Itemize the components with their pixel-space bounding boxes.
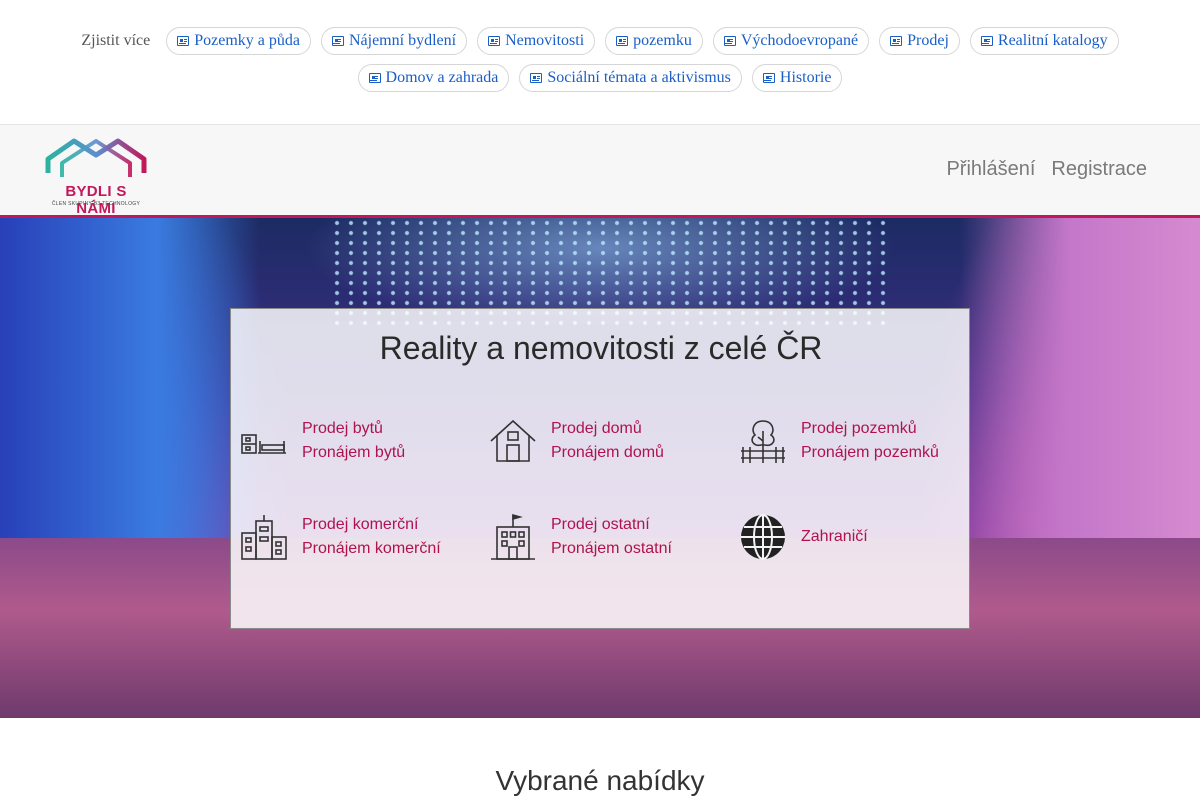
apartment-icon bbox=[241, 434, 286, 454]
tag-pozemku[interactable]: pozemku bbox=[605, 27, 703, 55]
newspaper-icon bbox=[980, 36, 993, 46]
category-panel: Reality a nemovitosti z celé ČR Prodej b… bbox=[230, 308, 970, 629]
land-tree-icon bbox=[741, 420, 785, 463]
hero-banner: Reality a nemovitosti z celé ČR Prodej b… bbox=[0, 218, 1200, 718]
commercial-buildings-icon bbox=[241, 515, 287, 560]
category-abroad: Zahraničí bbox=[739, 513, 868, 561]
tag-row-1: Zjistit více Pozemky a půda Nájemní bydl… bbox=[0, 27, 1200, 55]
newspaper-icon bbox=[368, 73, 381, 83]
category-land: Prodej pozemků Pronájem pozemků bbox=[739, 417, 939, 465]
login-link[interactable]: Přihlášení bbox=[946, 158, 1035, 181]
tag-historie[interactable]: Historie bbox=[751, 64, 843, 92]
newspaper-icon bbox=[488, 36, 501, 46]
house-roof-logo-icon bbox=[45, 138, 147, 177]
newspaper-icon bbox=[177, 36, 190, 46]
category-houses: Prodej domů Pronájem domů bbox=[489, 417, 664, 465]
tag-prodej[interactable]: Prodej bbox=[879, 27, 960, 55]
link-abroad[interactable]: Zahraničí bbox=[801, 527, 868, 547]
link-sale-other[interactable]: Prodej ostatní bbox=[551, 515, 672, 535]
link-sale-land[interactable]: Prodej pozemků bbox=[801, 419, 939, 439]
site-logo[interactable]: BYDLI S NÁMI ČLEN SKUPINY B3 TECHNOLOGY bbox=[44, 133, 148, 217]
category-apartments: Prodej bytů Pronájem bytů bbox=[240, 417, 405, 465]
tag-row-2: Domov a zahrada Sociální témata a aktivi… bbox=[0, 64, 1200, 92]
newspaper-icon bbox=[762, 73, 775, 83]
link-sale-apartments[interactable]: Prodej bytů bbox=[302, 419, 405, 439]
category-other: Prodej ostatní Pronájem ostatní bbox=[489, 513, 672, 561]
other-building-icon bbox=[491, 513, 535, 560]
newspaper-icon bbox=[331, 36, 344, 46]
topic-tag-bar: Zjistit více Pozemky a půda Nájemní bydl… bbox=[0, 0, 1200, 124]
link-sale-commercial[interactable]: Prodej komerční bbox=[302, 515, 441, 535]
tag-socialni-temata[interactable]: Sociální témata a aktivismus bbox=[519, 64, 742, 92]
globe-icon bbox=[741, 514, 785, 560]
tag-vychodoevropane[interactable]: Východoevropané bbox=[712, 27, 870, 55]
tag-najemni-bydleni[interactable]: Nájemní bydlení bbox=[320, 27, 468, 55]
logo-text: BYDLI S NÁMI bbox=[65, 183, 127, 217]
hero-title: Reality a nemovitosti z celé ČR bbox=[379, 330, 823, 366]
link-rent-land[interactable]: Pronájem pozemků bbox=[801, 443, 939, 463]
account-nav: Přihlášení Registrace bbox=[946, 158, 1147, 181]
tag-realitni-katalogy[interactable]: Realitní katalogy bbox=[969, 27, 1119, 55]
link-rent-commercial[interactable]: Pronájem komerční bbox=[302, 539, 441, 559]
tag-pozemky-a-puda[interactable]: Pozemky a půda bbox=[166, 27, 311, 55]
newspaper-icon bbox=[530, 73, 543, 83]
house-icon bbox=[490, 419, 536, 462]
tag-domov-a-zahrada[interactable]: Domov a zahrada bbox=[357, 64, 510, 92]
link-rent-other[interactable]: Pronájem ostatní bbox=[551, 539, 672, 559]
tag-nemovitosti[interactable]: Nemovitosti bbox=[477, 27, 596, 55]
featured-offers-title: Vybrané nabídky bbox=[495, 765, 705, 796]
learn-more-label: Zjistit více bbox=[81, 32, 151, 49]
site-header: BYDLI S NÁMI ČLEN SKUPINY B3 TECHNOLOGY … bbox=[0, 124, 1200, 218]
link-sale-houses[interactable]: Prodej domů bbox=[551, 419, 664, 439]
newspaper-icon bbox=[890, 36, 903, 46]
newspaper-icon bbox=[723, 36, 736, 46]
newspaper-icon bbox=[616, 36, 629, 46]
register-link[interactable]: Registrace bbox=[1051, 158, 1147, 181]
link-rent-houses[interactable]: Pronájem domů bbox=[551, 443, 664, 463]
link-rent-apartments[interactable]: Pronájem bytů bbox=[302, 443, 405, 463]
category-commercial: Prodej komerční Pronájem komerční bbox=[240, 513, 441, 561]
logo-subtitle: ČLEN SKUPINY B3 TECHNOLOGY bbox=[51, 201, 141, 207]
